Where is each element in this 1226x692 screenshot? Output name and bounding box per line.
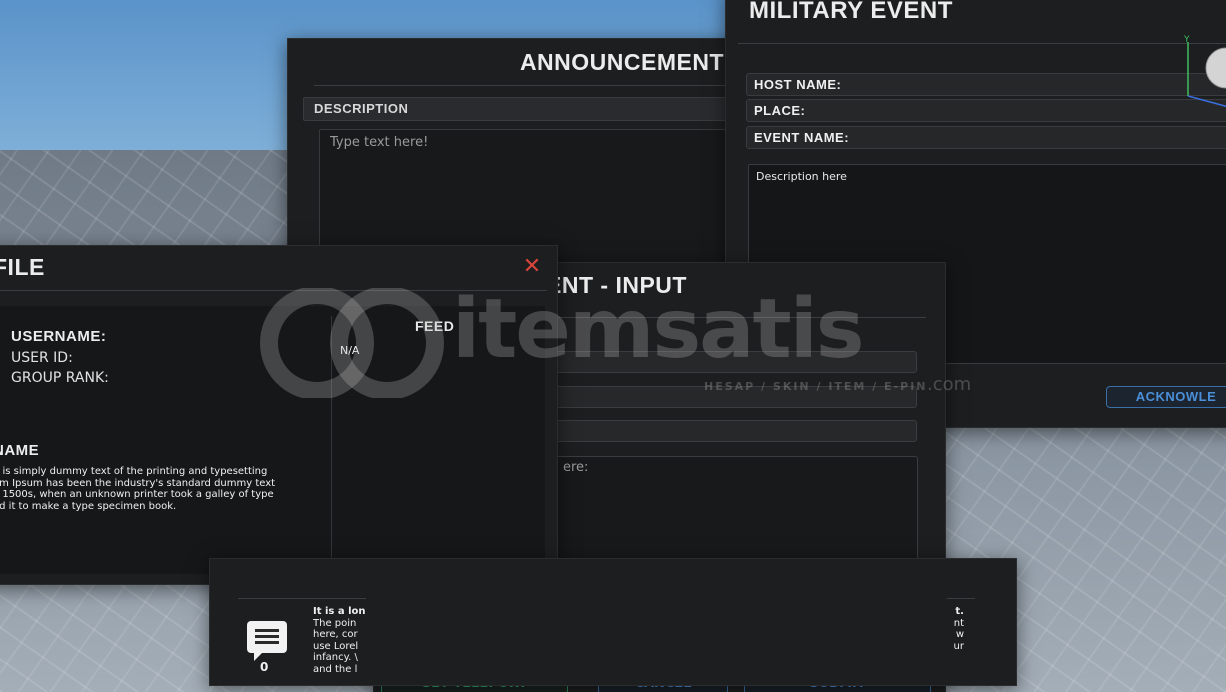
announcement-divider xyxy=(314,85,748,86)
move-gizmo-icon[interactable]: Y xyxy=(1178,34,1226,114)
event-name-field[interactable]: EVENT NAME: xyxy=(746,126,1226,149)
close-icon[interactable]: ✕ xyxy=(521,256,543,278)
textarea-placeholder: ere: xyxy=(563,460,589,475)
notification-right-line: ur xyxy=(953,640,964,652)
notification-line: here, cor xyxy=(313,629,358,640)
notification-line: It is a lon xyxy=(313,606,366,617)
event-input-field-2[interactable] xyxy=(554,386,917,408)
profile-panel: FILE ✕ USERNAME: USER ID: GROUP RANK: NA… xyxy=(0,245,558,585)
event-input-field-3[interactable] xyxy=(554,420,917,442)
description-line: n is simply dummy text of the printing a… xyxy=(0,466,268,477)
event-input-divider xyxy=(554,317,926,318)
notification-line: use Lorel xyxy=(313,640,359,652)
acknowledge-button[interactable]: ACKNOWLE xyxy=(1106,386,1226,408)
profile-title: FILE xyxy=(0,254,45,280)
place-field[interactable]: PLACE: xyxy=(746,99,1226,122)
notification-line: The poin xyxy=(313,617,357,629)
notification-divider-right xyxy=(947,598,975,599)
notification-divider-left xyxy=(238,598,366,599)
gizmo-axis-label: Y xyxy=(1183,35,1190,45)
profile-divider xyxy=(0,290,547,291)
host-name-field[interactable]: HOST NAME: xyxy=(746,73,1226,96)
feed-value: N/A xyxy=(340,344,360,357)
notification-right-line: nt xyxy=(953,617,964,629)
feed-heading: FEED xyxy=(415,318,455,334)
group-rank-label: GROUP RANK: xyxy=(11,370,109,386)
announcement-title: ANNOUNCEMENT xyxy=(519,49,724,75)
notification-right-line: t. xyxy=(955,606,964,617)
military-event-title: MILITARY EVENT xyxy=(749,0,953,24)
notification-text: It is a lon The poin here, cor use Lorel… xyxy=(313,606,373,675)
notification-right-text: t. nt w ur xyxy=(944,606,964,652)
description-line: em Ipsum has been the industry's standar… xyxy=(0,477,276,489)
chat-icon[interactable] xyxy=(246,620,288,662)
profile-column-divider xyxy=(331,316,332,578)
name-heading: NAME xyxy=(0,442,40,459)
user-id-label: USER ID: xyxy=(11,350,73,366)
event-input-title: ENT - INPUT xyxy=(546,272,687,298)
description-line: e 1500s, when an unknown printer took a … xyxy=(0,489,274,500)
notification-right-line: w xyxy=(955,629,964,640)
profile-content-area xyxy=(0,306,545,574)
description-line: ed it to make a type specimen book. xyxy=(0,500,177,512)
announcement-panel: ANNOUNCEMENT DESCRIPTION Type text here! xyxy=(287,38,748,279)
chat-count: 0 xyxy=(260,660,269,674)
username-label: USERNAME: xyxy=(11,328,107,345)
notification-panel: 0 It is a lon The poin here, cor use Lor… xyxy=(209,558,1017,686)
military-divider xyxy=(738,43,1226,44)
notification-line: and the l xyxy=(313,663,358,675)
description-label: DESCRIPTION xyxy=(303,97,748,121)
notification-line: infancy. \ xyxy=(313,652,358,663)
profile-description: n is simply dummy text of the printing a… xyxy=(0,466,313,512)
event-input-field-1[interactable] xyxy=(554,351,917,373)
